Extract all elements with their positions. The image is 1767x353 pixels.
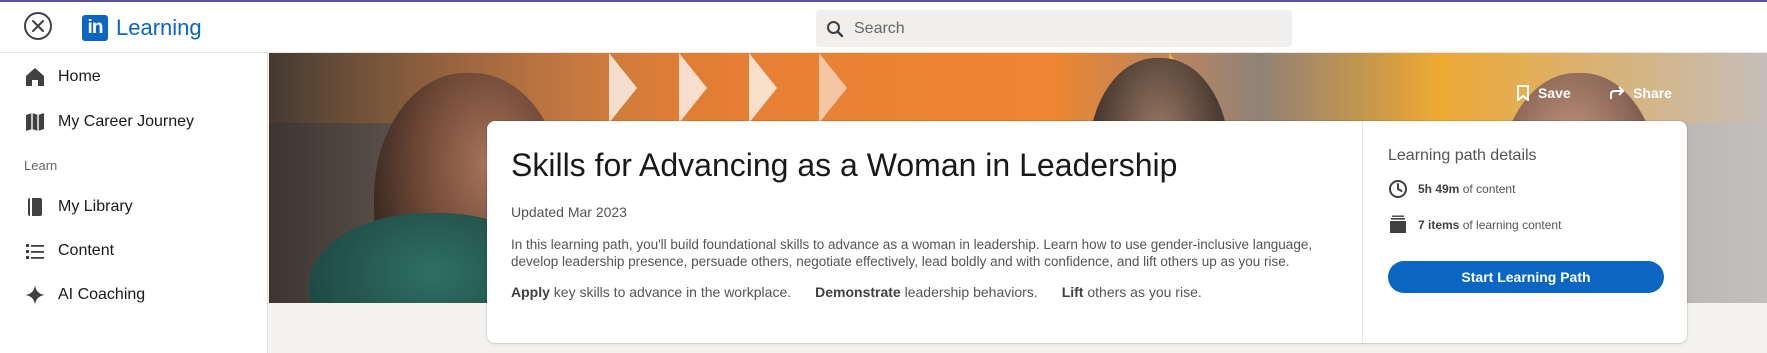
sidebar: Home My Career Journey Learn My Library … [0, 53, 268, 353]
sidebar-item-label: AI Coaching [58, 286, 146, 303]
home-icon [26, 68, 44, 86]
bookmark-icon [1517, 85, 1529, 101]
sidebar-item-my-library[interactable]: My Library [24, 196, 133, 218]
linkedin-logo-mark: in [82, 15, 108, 41]
skill-item: Demonstrate leadership behaviors. [815, 284, 1038, 300]
share-label: Share [1633, 85, 1672, 101]
book-icon [28, 198, 42, 216]
app-title: Learning [116, 15, 202, 40]
details-title: Learning path details [1388, 147, 1537, 164]
skill-text: key skills to advance in the workplace. [549, 284, 792, 300]
sidebar-item-label: Home [58, 68, 101, 85]
skill-item: Apply key skills to advance in the workp… [511, 284, 791, 300]
hero-chevron-shape [609, 53, 637, 123]
hero-chevron-shape [679, 53, 707, 123]
duration-detail: 5h 49m of content [1388, 179, 1663, 199]
start-learning-path-button[interactable]: Start Learning Path [1388, 261, 1664, 293]
clock-icon [1389, 180, 1407, 198]
sparkle-icon [25, 285, 45, 305]
sidebar-item-home[interactable]: Home [24, 66, 101, 88]
share-icon [1610, 86, 1624, 99]
hero-chevron-shape [819, 53, 847, 123]
skills-list: Apply key skills to advance in the workp… [511, 284, 1338, 300]
save-label: Save [1538, 85, 1571, 101]
items-value: 7 items [1418, 218, 1460, 232]
stack-icon [1390, 215, 1406, 233]
updated-date: Updated Mar 2023 [511, 204, 627, 220]
close-button[interactable] [24, 12, 52, 40]
page-title: Skills for Advancing as a Woman in Leade… [511, 147, 1178, 183]
skill-verb: Demonstrate [815, 284, 901, 300]
skill-text: others as you rise. [1083, 284, 1202, 300]
save-button[interactable]: Save [1516, 85, 1571, 101]
linkedin-learning-logo[interactable]: in Learning [82, 15, 202, 41]
sidebar-item-ai-coaching[interactable]: AI Coaching [24, 284, 145, 306]
search-box[interactable] [816, 10, 1292, 47]
skill-item: Lift others as you rise. [1062, 284, 1202, 300]
close-icon [32, 20, 44, 32]
skill-verb: Lift [1061, 284, 1084, 300]
course-description: In this learning path, you'll build foun… [511, 237, 1313, 269]
sidebar-item-content[interactable]: Content [24, 240, 114, 262]
sidebar-section-learn: Learn [24, 158, 58, 173]
sidebar-item-my-career-journey[interactable]: My Career Journey [24, 111, 194, 133]
items-detail: 7 items of learning content [1388, 215, 1663, 235]
skill-verb: Apply [511, 284, 550, 300]
search-input[interactable] [854, 19, 1274, 38]
sidebar-item-label: Content [58, 242, 115, 259]
course-info: Skills for Advancing as a Woman in Leade… [487, 121, 1363, 343]
skill-text: leadership behaviors. [900, 284, 1038, 300]
duration-suffix: of content [1459, 182, 1516, 196]
sidebar-item-label: My Library [58, 198, 133, 215]
sidebar-item-label: My Career Journey [58, 113, 195, 130]
share-button[interactable]: Share [1609, 85, 1672, 101]
map-icon [26, 113, 44, 131]
hero-chevron-shape [749, 53, 777, 123]
learning-path-card: Skills for Advancing as a Woman in Leade… [487, 121, 1687, 343]
learning-path-details: Learning path details 5h 49m of content … [1364, 121, 1687, 343]
top-bar: in Learning [0, 0, 1767, 53]
list-icon [26, 244, 44, 259]
search-icon [827, 20, 844, 37]
items-suffix: of learning content [1459, 218, 1562, 232]
duration-value: 5h 49m [1418, 182, 1460, 196]
